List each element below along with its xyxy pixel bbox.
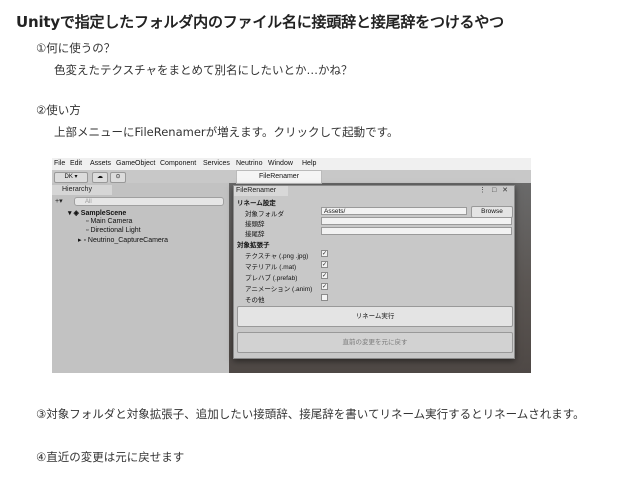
prefix-field[interactable] xyxy=(321,217,512,225)
section-1-body: 色変えたテクスチャをまとめて別名にしたいとか…かね？ xyxy=(54,63,353,77)
cloud-icon[interactable]: ☁ xyxy=(92,172,108,183)
tree-item-label: Neutrino_CaptureCamera xyxy=(87,237,169,244)
menu-gameobject[interactable]: GameObject xyxy=(116,160,155,167)
unity-menubar: File Edit Assets GameObject Component Se… xyxy=(52,158,531,170)
menu-file[interactable]: File xyxy=(54,160,65,167)
ext-label-anim: アニメーション (.anim) xyxy=(245,286,313,293)
section-4-text: ④直近の変更は元に戻せます xyxy=(36,450,185,464)
ext-checkbox-prefab[interactable]: ✓ xyxy=(321,272,328,279)
rename-section-label: リネーム設定 xyxy=(237,200,276,207)
menu-component[interactable]: Component xyxy=(160,160,196,167)
prefix-label: 接頭辞 xyxy=(245,221,265,228)
tree-item-directional-light[interactable]: ▫ Directional Light xyxy=(86,227,141,234)
menu-assets[interactable]: Assets xyxy=(90,160,111,167)
menu-edit[interactable]: Edit xyxy=(70,160,82,167)
hierarchy-tab[interactable]: Hierarchy xyxy=(52,185,112,195)
neutrino-menu-popup[interactable]: FileRenamer xyxy=(236,170,322,184)
hierarchy-panel: Hierarchy +▾ All ▾ ◈ SampleScene ▫ Main … xyxy=(52,183,229,373)
section-2-body: 上部メニューにFileRenamerが増えます。クリックして起動です。 xyxy=(54,125,399,139)
scene-item[interactable]: ▾ ◈ SampleScene xyxy=(68,209,126,217)
section-1-heading: ①何に使うの？ xyxy=(36,41,116,55)
tree-item-label: Directional Light xyxy=(90,227,141,234)
ext-label-prefab: プレハブ (.prefab) xyxy=(245,275,298,282)
page-title: Unityで指定したフォルダ内のファイル名に接頭辞と接尾辞をつけるやつ xyxy=(16,13,504,31)
unity-screenshot: File Edit Assets GameObject Component Se… xyxy=(52,158,531,373)
ext-label-other: その他 xyxy=(245,297,265,304)
ext-checkbox-material[interactable]: ✓ xyxy=(321,261,328,268)
menu-neutrino[interactable]: Neutrino xyxy=(236,160,262,167)
tree-item-main-camera[interactable]: ▫ Main Camera xyxy=(86,218,132,225)
suffix-label: 接尾辞 xyxy=(245,231,265,238)
collab-icon[interactable]: ⊙ xyxy=(110,172,126,183)
ext-checkbox-texture[interactable]: ✓ xyxy=(321,250,328,257)
undo-button[interactable]: 直前の変更を元に戻す xyxy=(237,332,513,353)
filerenamer-window: FileRenamer ⋮ □ ✕ リネーム設定 対象フォルダ Assets/ … xyxy=(233,185,515,359)
menu-window[interactable]: Window xyxy=(268,160,293,167)
add-icon[interactable]: +▾ xyxy=(55,197,63,205)
tree-item-capture-camera[interactable]: ▸ ▫ Neutrino_CaptureCamera xyxy=(78,236,168,244)
filerenamer-tab[interactable]: FileRenamer xyxy=(234,186,288,196)
ext-checkbox-anim[interactable]: ✓ xyxy=(321,283,328,290)
tree-item-label: Main Camera xyxy=(90,218,133,225)
execute-rename-button[interactable]: リネーム実行 xyxy=(237,306,513,327)
hierarchy-search[interactable]: All xyxy=(74,197,224,206)
ext-label-texture: テクスチャ (.png .jpg) xyxy=(245,253,309,260)
account-button[interactable]: DK ▾ xyxy=(54,172,88,183)
section-3-text: ③対象フォルダと対象拡張子、追加したい接頭辞、接尾辞を書いてリネーム実行するとリ… xyxy=(36,407,585,421)
ext-checkbox-other[interactable] xyxy=(321,294,328,301)
scene-label: SampleScene xyxy=(80,210,127,217)
section-2-heading: ②使い方 xyxy=(36,103,81,117)
suffix-field[interactable] xyxy=(321,227,512,235)
window-controls-icon[interactable]: ⋮ □ ✕ xyxy=(479,186,510,194)
menu-services[interactable]: Services xyxy=(203,160,230,167)
extension-section-label: 対象拡張子 xyxy=(237,242,270,249)
target-folder-label: 対象フォルダ xyxy=(245,211,284,218)
target-folder-field[interactable]: Assets/ xyxy=(321,207,467,215)
ext-label-material: マテリアル (.mat) xyxy=(245,264,297,271)
menu-help[interactable]: Help xyxy=(302,160,316,167)
